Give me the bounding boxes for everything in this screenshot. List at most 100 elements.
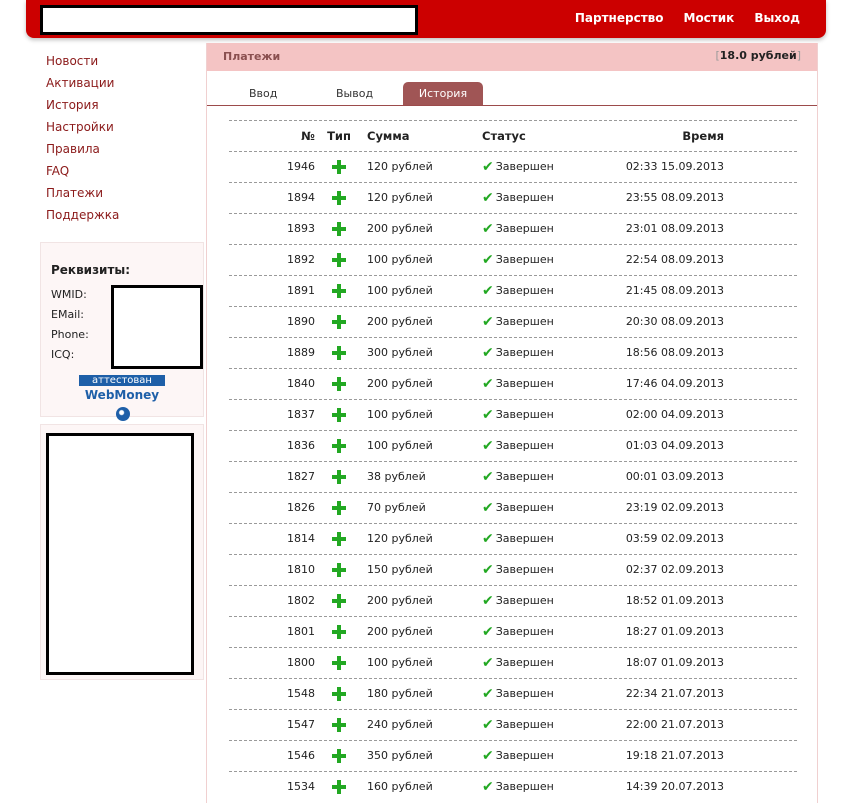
sidebar-item-support[interactable]: Поддержка [46,204,119,226]
balance-display: [18.0 рублей] [715,49,801,62]
tab-deposit[interactable]: Ввод [249,82,277,105]
row-num: 1801 [287,625,315,638]
row-status: Завершен [495,780,554,793]
row-status: Завершен [495,439,554,452]
sidebar-item-history[interactable]: История [46,94,119,116]
tab-history[interactable]: История [403,82,483,105]
nav-partnership-link[interactable]: Партнерство [575,11,664,25]
check-icon: ✔ [482,252,494,268]
sidebar-item-payments[interactable]: Платежи [46,182,119,204]
row-num: 1546 [287,749,315,762]
wmid-label: WMID: [51,288,87,301]
row-num: 1800 [287,656,315,669]
table-row: 1810 150 рублей ✔ Завершен 02:37 02.09.2013 [229,554,797,585]
check-icon: ✔ [482,283,494,299]
type-cell [327,462,351,492]
row-time: 23:19 02.09.2013 [625,501,724,514]
plus-icon [332,656,346,670]
row-num: 1889 [287,346,315,359]
nav-bridge-link[interactable]: Мостик [684,11,735,25]
email-label: EMail: [51,308,84,321]
row-num: 1893 [287,222,315,235]
row-status: Завершен [495,222,554,235]
plus-icon [332,346,346,360]
row-sum: 200 рублей [367,222,433,235]
row-num: 1814 [287,532,315,545]
row-sum: 120 рублей [367,160,433,173]
row-time: 03:59 02.09.2013 [625,532,724,545]
sidebar-item-rules[interactable]: Правила [46,138,119,160]
webmoney-badge[interactable]: аттестован WebMoney [79,375,165,422]
table-row: 1546 350 рублей ✔ Завершен 19:18 21.07.2013 [229,740,797,771]
top-bar: Партнерство Мостик Выход [26,0,826,38]
plus-icon [332,253,346,267]
check-icon: ✔ [482,686,494,702]
table-row: 1894 120 рублей ✔ Завершен 23:55 08.09.2013 [229,182,797,213]
row-num: 1836 [287,439,315,452]
status-cell: ✔ Завершен [482,493,554,523]
row-status: Завершен [495,470,554,483]
row-sum: 150 рублей [367,563,433,576]
row-status: Завершен [495,594,554,607]
table-row: 1891 100 рублей ✔ Завершен 21:45 08.09.2013 [229,275,797,306]
sidebar-item-faq[interactable]: FAQ [46,160,119,182]
row-num: 1840 [287,377,315,390]
row-status: Завершен [495,160,554,173]
row-sum: 180 рублей [367,687,433,700]
status-cell: ✔ Завершен [482,183,554,213]
sidebar-item-news[interactable]: Новости [46,50,119,72]
row-time: 01:03 04.09.2013 [625,439,724,452]
row-sum: 350 рублей [367,749,433,762]
type-cell [327,493,351,523]
type-cell [327,710,351,740]
table-row: 1836 100 рублей ✔ Завершен 01:03 04.09.2013 [229,430,797,461]
header-num: № [301,129,315,143]
type-cell [327,679,351,709]
phone-label: Phone: [51,328,89,341]
row-status: Завершен [495,408,554,421]
row-time: 14:39 20.07.2013 [625,780,724,793]
icq-label: ICQ: [51,348,75,361]
row-time: 20:30 08.09.2013 [625,315,724,328]
balance-bracket-close-icon: ] [796,49,801,62]
row-sum: 100 рублей [367,284,433,297]
status-cell: ✔ Завершен [482,462,554,492]
plus-icon [332,532,346,546]
status-cell: ✔ Завершен [482,431,554,461]
banner-box [40,424,204,680]
panel-header: Платежи [18.0 рублей] [207,43,817,71]
plus-icon [332,687,346,701]
logo-redacted [40,5,418,35]
row-num: 1890 [287,315,315,328]
plus-icon [332,594,346,608]
check-icon: ✔ [482,748,494,764]
requisites-box: Реквизиты: WMID: EMail: Phone: ICQ: атте… [40,242,204,421]
row-sum: 200 рублей [367,625,433,638]
row-time: 02:37 02.09.2013 [625,563,724,576]
sidebar-item-activations[interactable]: Активации [46,72,119,94]
status-cell: ✔ Завершен [482,338,554,368]
row-status: Завершен [495,191,554,204]
row-sum: 120 рублей [367,532,433,545]
type-cell [327,400,351,430]
panel-title: Платежи [223,50,281,63]
sidebar-item-settings[interactable]: Настройки [46,116,119,138]
row-time: 19:18 21.07.2013 [625,749,724,762]
webmoney-badge-top: аттестован [79,375,165,386]
table-row: 1890 200 рублей ✔ Завершен 20:30 08.09.2013 [229,306,797,337]
plus-icon [332,160,346,174]
plus-icon [332,408,346,422]
webmoney-text: WebMoney [84,388,160,402]
table-row: 1892 100 рублей ✔ Завершен 22:54 08.09.2013 [229,244,797,275]
table-row: 1889 300 рублей ✔ Завершен 18:56 08.09.2013 [229,337,797,368]
row-sum: 100 рублей [367,408,433,421]
tab-withdraw[interactable]: Вывод [336,82,373,105]
table-row: 1814 120 рублей ✔ Завершен 03:59 02.09.2013 [229,523,797,554]
table-row: 1534 160 рублей ✔ Завершен 14:39 20.07.2013 [229,771,797,802]
row-num: 1802 [287,594,315,607]
nav-logout-link[interactable]: Выход [754,11,800,25]
row-num: 1892 [287,253,315,266]
row-sum: 38 рублей [367,470,426,483]
row-sum: 160 рублей [367,780,433,793]
row-time: 23:01 08.09.2013 [625,222,724,235]
